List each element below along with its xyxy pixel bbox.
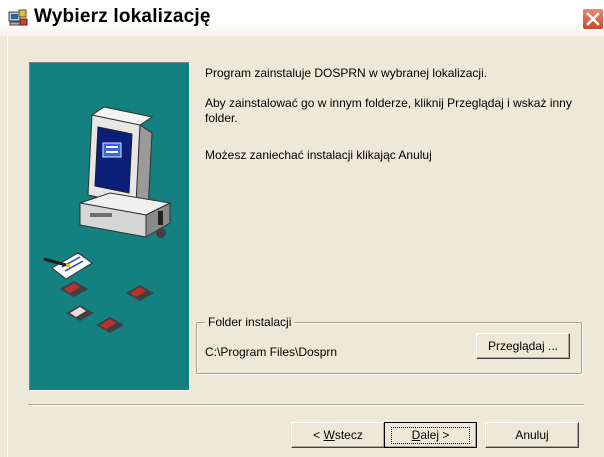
side-panel — [29, 62, 190, 391]
button-separator — [28, 404, 584, 406]
installer-icon — [8, 8, 28, 28]
cancel-button-label: Anuluj — [515, 428, 549, 442]
installer-window: Wybierz lokalizację Program zainstaluje … — [0, 0, 604, 457]
change-folder-message: Aby zainstalować go w innym folderze, kl… — [205, 96, 572, 125]
floppy-disks-graphic — [60, 281, 154, 333]
cancel-hint-message: Możesz zaniechać instalacji klikając Anu… — [205, 148, 432, 162]
browse-button-label: Przeglądaj ... — [487, 339, 559, 353]
install-folder-path: C:\Program Files\Dosprn — [205, 345, 338, 359]
install-location-message: Program zainstaluje DOSPRN w wybranej lo… — [205, 66, 488, 80]
install-folder-label: Folder instalacji — [205, 315, 295, 329]
next-button[interactable]: Dalej > — [384, 422, 477, 448]
dialog-body: Program zainstaluje DOSPRN w wybranej lo… — [7, 36, 604, 457]
window-title: Wybierz lokalizację — [34, 6, 211, 27]
close-icon — [586, 12, 600, 26]
cancel-button[interactable]: Anuluj — [485, 422, 579, 448]
back-button-label: < Wstecz — [313, 428, 363, 442]
next-button-label: Dalej > — [391, 427, 470, 444]
browse-button[interactable]: Przeglądaj ... — [476, 333, 570, 359]
back-button[interactable]: < Wstecz — [291, 422, 385, 448]
close-button[interactable] — [582, 8, 604, 30]
system-unit-graphic — [79, 192, 172, 238]
computer-and-disks-illustration — [43, 106, 172, 333]
title-bar[interactable]: Wybierz lokalizację — [0, 0, 604, 36]
paper-graphic — [43, 252, 93, 280]
